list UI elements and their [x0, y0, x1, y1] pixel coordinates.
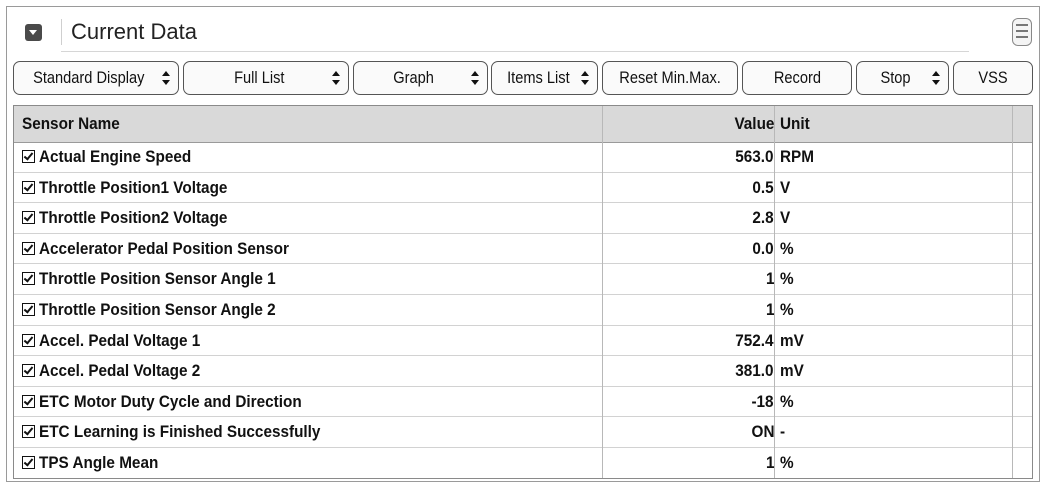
value-cell: ON	[751, 422, 774, 442]
record-button[interactable]: Record	[742, 61, 852, 95]
sensor-name-cell: TPS Angle Mean	[39, 453, 159, 472]
unit-cell: V	[780, 177, 791, 197]
sensor-data-table: Sensor Name Value Unit Actual Engine Spe…	[13, 105, 1033, 479]
updown-arrow-icon	[162, 71, 170, 85]
row-checkbox[interactable]	[22, 180, 35, 194]
record-label: Record	[773, 68, 821, 87]
table-row[interactable]: ETC Learning is Finished Successfully ON -	[14, 417, 1032, 448]
updown-arrow-icon	[471, 71, 479, 85]
table-row[interactable]: Accel. Pedal Voltage 1 752.4 mV	[14, 326, 1032, 357]
value-header[interactable]: Value	[734, 114, 774, 134]
table-row[interactable]: TPS Angle Mean 1%	[14, 448, 1032, 478]
row-checkbox[interactable]	[22, 394, 35, 408]
value-cell: 752.4	[735, 330, 774, 350]
current-data-panel: Current Data Standard Display Full List …	[6, 6, 1040, 482]
unit-cell: mV	[780, 330, 804, 350]
unit-cell: RPM	[780, 147, 815, 166]
sensor-name-cell: Throttle Position Sensor Angle 1	[39, 269, 276, 289]
table-row[interactable]: Throttle Position1 Voltage 0.5 V	[14, 173, 1032, 204]
unit-cell: %	[780, 300, 794, 319]
table-row[interactable]: Throttle Position2 Voltage 2.8 V	[14, 203, 1032, 234]
value-cell: 1	[765, 300, 774, 319]
table-row[interactable]: Accel. Pedal Voltage 2 381.0 mV	[14, 356, 1032, 387]
sensor-name-cell: Accelerator Pedal Position Sensor	[39, 238, 289, 258]
unit-cell: %	[780, 269, 794, 289]
sensor-name-header[interactable]: Sensor Name	[22, 114, 120, 134]
panel-header: Current Data	[7, 7, 1039, 57]
collapse-icon[interactable]	[25, 24, 42, 41]
unit-cell: mV	[780, 361, 804, 381]
unit-header[interactable]: Unit	[780, 114, 810, 134]
sensor-name-cell: Actual Engine Speed	[39, 147, 192, 166]
value-cell: 381.0	[735, 361, 774, 381]
value-cell: 2.8	[752, 208, 774, 228]
updown-arrow-icon	[581, 71, 589, 85]
row-checkbox[interactable]	[22, 364, 35, 378]
sensor-name-cell: ETC Motor Duty Cycle and Direction	[39, 391, 302, 411]
unit-cell: %	[780, 391, 794, 411]
sensor-name-cell: Throttle Position1 Voltage	[39, 177, 228, 197]
vss-button[interactable]: VSS	[953, 61, 1033, 95]
title-separator	[61, 19, 62, 45]
row-checkbox[interactable]	[22, 272, 35, 286]
value-cell: -18	[751, 391, 774, 411]
updown-arrow-icon	[332, 71, 340, 85]
value-cell: 0.5	[752, 177, 774, 197]
value-cell: 0.0	[752, 238, 774, 258]
row-checkbox[interactable]	[22, 241, 35, 255]
value-cell: 563.0	[735, 147, 774, 166]
row-checkbox[interactable]	[22, 425, 35, 439]
column-divider	[1012, 106, 1013, 478]
stop-select[interactable]: Stop	[856, 61, 949, 95]
unit-cell: V	[780, 208, 791, 228]
reset-min-max-button[interactable]: Reset Min.Max.	[602, 61, 738, 95]
graph-select[interactable]: Graph	[353, 61, 488, 95]
items-list-label: Items List	[507, 68, 570, 87]
sensor-name-cell: Throttle Position2 Voltage	[39, 208, 228, 228]
stop-label: Stop	[880, 68, 911, 87]
sensor-name-cell: Accel. Pedal Voltage 1	[39, 330, 201, 350]
unit-cell: -	[780, 422, 786, 442]
row-checkbox[interactable]	[22, 211, 35, 225]
graph-label: Graph	[393, 68, 434, 87]
table-row[interactable]: Accelerator Pedal Position Sensor 0.0%	[14, 234, 1032, 265]
unit-cell: %	[780, 238, 794, 258]
row-checkbox[interactable]	[22, 150, 35, 163]
items-list-select[interactable]: Items List	[491, 61, 598, 95]
title-underline	[61, 51, 969, 52]
standard-display-select[interactable]: Standard Display	[13, 61, 179, 95]
unit-cell: %	[780, 453, 794, 472]
standard-display-label: Standard Display	[33, 68, 145, 87]
table-row[interactable]: Throttle Position Sensor Angle 2 1%	[14, 295, 1032, 326]
panel-title: Current Data	[71, 19, 197, 44]
table-row[interactable]: ETC Motor Duty Cycle and Direction -18%	[14, 387, 1032, 418]
value-cell: 1	[765, 269, 774, 289]
value-cell: 1	[765, 453, 774, 472]
updown-arrow-icon	[932, 71, 940, 85]
toolbar: Standard Display Full List Graph Items L…	[7, 61, 1039, 99]
column-divider	[602, 106, 603, 478]
full-list-select[interactable]: Full List	[183, 61, 349, 95]
table-row[interactable]: Throttle Position Sensor Angle 1 1%	[14, 264, 1032, 295]
table-header: Sensor Name Value Unit	[14, 106, 1032, 143]
row-checkbox[interactable]	[22, 303, 35, 316]
full-list-label: Full List	[233, 68, 285, 87]
sensor-name-cell: Throttle Position Sensor Angle 2	[39, 300, 276, 319]
vss-label: VSS	[978, 68, 1008, 87]
sensor-name-cell: ETC Learning is Finished Successfully	[39, 422, 321, 442]
row-checkbox[interactable]	[22, 333, 35, 347]
row-checkbox[interactable]	[22, 456, 35, 469]
sensor-name-cell: Accel. Pedal Voltage 2	[39, 361, 201, 381]
column-divider	[774, 106, 775, 478]
reset-min-max-label: Reset Min.Max.	[619, 68, 721, 87]
table-row[interactable]: Actual Engine Speed 563.0 RPM	[14, 142, 1032, 173]
menu-icon[interactable]	[1012, 18, 1032, 46]
